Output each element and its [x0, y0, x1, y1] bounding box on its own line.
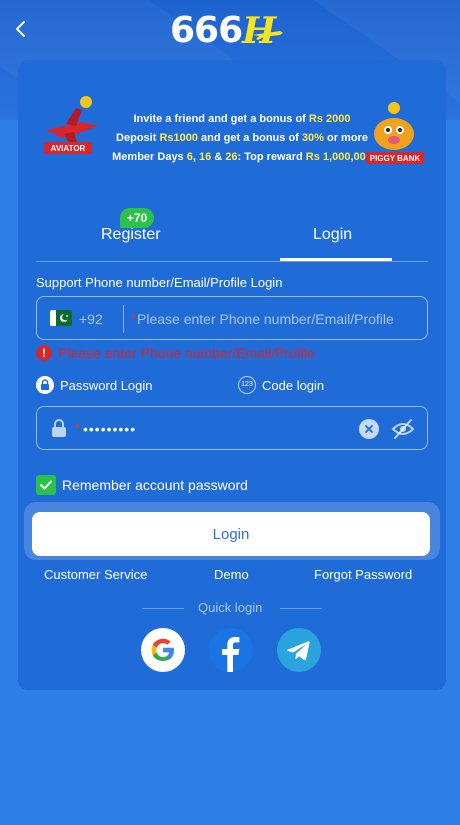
- chevron-left-icon: [16, 21, 25, 37]
- error-icon: !: [36, 345, 52, 361]
- support-login-label: Support Phone number/Email/Profile Login: [36, 275, 283, 290]
- banner-line-3: Member Days 6, 16 & 26: Top reward Rs 1,…: [102, 148, 382, 167]
- divider-line: [280, 608, 322, 609]
- lock-icon: [52, 419, 66, 437]
- remember-password-checkbox[interactable]: Remember account password: [36, 475, 248, 495]
- password-login-option[interactable]: Password Login: [36, 376, 153, 394]
- code-login-option[interactable]: 123 Code login: [238, 376, 324, 394]
- brand-logo: 666 H: [170, 10, 300, 52]
- banner-highlight: Rs 1,000,000: [305, 151, 372, 163]
- banner-text-part: &: [211, 151, 226, 163]
- tab-login[interactable]: Login: [313, 226, 352, 244]
- banner-text: Invite a friend and get a bonus of Rs 20…: [102, 110, 382, 167]
- telegram-icon: [287, 641, 310, 661]
- clear-icon[interactable]: [359, 419, 379, 439]
- tab-register[interactable]: Register: [101, 226, 161, 244]
- logo-text: 666: [170, 10, 243, 51]
- phone-field: +92 *: [36, 296, 428, 340]
- forgot-password-link[interactable]: Forgot Password: [314, 567, 412, 582]
- login-button[interactable]: Login: [32, 512, 430, 556]
- login-card: AVIATOR Invite a friend and get a bonus …: [18, 60, 446, 690]
- facebook-icon: [222, 637, 240, 672]
- banner-text-part: Deposit: [116, 132, 160, 144]
- banner-text-part: : Top reward: [237, 151, 306, 163]
- error-text: Please enter Phone number/Email/Profile: [58, 345, 315, 361]
- google-icon: [151, 638, 174, 661]
- banner-right-label: PIGGY BANK: [370, 154, 421, 163]
- pakistan-flag-icon[interactable]: [50, 310, 72, 326]
- demo-link[interactable]: Demo: [214, 567, 249, 582]
- logo-mark: H: [242, 10, 277, 52]
- facebook-login-button[interactable]: [209, 628, 253, 672]
- code-mode-icon: 123: [238, 376, 256, 394]
- auth-tabs: Register +70 Login: [36, 208, 428, 262]
- quick-login-divider: Quick login: [142, 600, 322, 616]
- field-divider: [123, 305, 124, 333]
- banner-highlight: 30%: [301, 132, 324, 144]
- aviator-plane-icon: AVIATOR: [44, 96, 98, 154]
- banner-left-label: AVIATOR: [51, 144, 86, 153]
- checkmark-icon: [36, 475, 56, 495]
- password-input[interactable]: [83, 415, 343, 443]
- banner-line-2: Deposit Rs1000 and get a bonus of 30% or…: [102, 129, 382, 148]
- phone-email-input[interactable]: [137, 305, 422, 333]
- active-tab-indicator: [280, 258, 392, 261]
- quick-login-label: Quick login: [198, 600, 263, 615]
- customer-service-link[interactable]: Customer Service: [44, 567, 147, 582]
- banner-text-part: or more: [323, 132, 368, 144]
- back-button[interactable]: [8, 16, 34, 42]
- banner-highlight: 26: [225, 151, 238, 163]
- register-bonus-badge: +70: [120, 208, 154, 228]
- code-login-label: Code login: [262, 377, 325, 393]
- required-mark: *: [75, 420, 81, 436]
- remember-password-label: Remember account password: [62, 477, 248, 493]
- required-mark: *: [131, 310, 137, 326]
- divider-line: [142, 608, 184, 609]
- banner-highlight: 16: [198, 151, 212, 163]
- country-code[interactable]: +92: [79, 311, 103, 327]
- promo-banner[interactable]: AVIATOR Invite a friend and get a bonus …: [42, 74, 424, 178]
- password-field: *: [36, 406, 428, 450]
- phone-error: ! Please enter Phone number/Email/Profil…: [36, 345, 315, 361]
- banner-highlight: Rs 2000: [308, 113, 351, 125]
- banner-line-1: Invite a friend and get a bonus of Rs 20…: [102, 110, 382, 129]
- google-login-button[interactable]: [141, 628, 185, 672]
- eye-off-icon[interactable]: [391, 418, 415, 440]
- piggy-bank-icon: PIGGY BANK: [366, 102, 424, 164]
- banner-text-part: and get a bonus of: [198, 132, 302, 144]
- password-login-label: Password Login: [60, 377, 153, 393]
- banner-highlight: Rs1000: [159, 132, 198, 144]
- banner-text-part: Invite a friend and get a bonus of: [133, 113, 309, 125]
- lock-mode-icon: [36, 376, 54, 394]
- telegram-login-button[interactable]: [277, 628, 321, 672]
- banner-text-part: Member Days: [112, 151, 187, 163]
